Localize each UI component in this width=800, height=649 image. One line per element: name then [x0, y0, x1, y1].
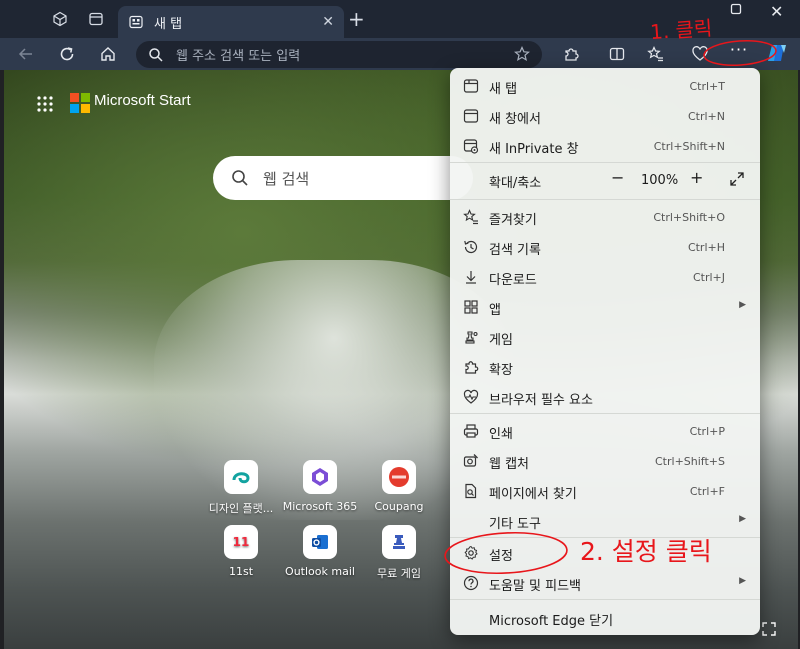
zoom-level: 100%: [641, 173, 679, 188]
browser-essentials-icon: [462, 388, 480, 406]
annotation-circle-settings: [444, 531, 568, 575]
new-tab-icon: [462, 77, 480, 95]
quick-link[interactable]: Coupang: [359, 460, 439, 513]
menu-divider: [450, 413, 760, 414]
extensions-puzzle-icon[interactable]: [561, 44, 581, 64]
microsoft-365-icon: [303, 460, 337, 494]
coupang-icon: [382, 460, 416, 494]
menu-item-new-tab[interactable]: 새 탭 Ctrl+T: [450, 71, 760, 101]
apps-icon: [462, 298, 480, 316]
menu-item-new-window[interactable]: 새 창에서 Ctrl+N: [450, 101, 760, 131]
brand-title: Microsoft Start: [94, 92, 191, 109]
zoom-in-button[interactable]: +: [690, 168, 703, 187]
menu-item-zoom: 확대/축소: [489, 176, 542, 191]
fullscreen-expand-icon[interactable]: [762, 622, 776, 636]
favorites-icon: [462, 208, 480, 226]
microsoft-logo-icon: [70, 93, 90, 113]
favorites-bar-icon[interactable]: [646, 44, 666, 64]
menu-item-inprivate[interactable]: 새 InPrivate 창 Ctrl+Shift+N: [450, 131, 760, 161]
menu-divider: [450, 162, 760, 163]
menu-item-web-capture[interactable]: 웹 캡처 Ctrl+Shift+S: [450, 446, 760, 476]
submenu-arrow-icon: ▶: [739, 576, 746, 586]
new-window-icon: [462, 107, 480, 125]
workspaces-icon[interactable]: [50, 9, 70, 29]
menu-item-apps[interactable]: 앱 ▶: [450, 292, 760, 322]
search-icon: [148, 47, 164, 63]
tab-title: 새 탭: [154, 16, 183, 32]
history-icon: [462, 238, 480, 256]
menu-item-extensions[interactable]: 확장: [450, 352, 760, 382]
tab-actions-icon[interactable]: [86, 9, 106, 29]
app-launcher-icon[interactable]: [36, 95, 54, 113]
web-search-placeholder: 웹 검색: [263, 169, 310, 188]
menu-divider: [450, 199, 760, 200]
menu-item-print[interactable]: 인쇄 Ctrl+P: [450, 416, 760, 446]
games-icon: [462, 328, 480, 346]
fullscreen-icon[interactable]: [730, 172, 744, 186]
submenu-arrow-icon: ▶: [739, 300, 746, 310]
back-button[interactable]: [16, 44, 36, 64]
refresh-button[interactable]: [57, 44, 77, 64]
web-search-box[interactable]: 웹 검색: [213, 156, 473, 200]
menu-item-browser-essentials[interactable]: 브라우저 필수 요소: [450, 382, 760, 412]
add-favorite-star-icon[interactable]: [514, 46, 530, 62]
annotation-step-2: 2. 설정 클릭: [580, 537, 712, 566]
quick-link[interactable]: 11 11st: [201, 525, 281, 578]
tab-new-tab[interactable]: 새 탭 ✕: [118, 6, 344, 38]
annotation-circle-more-button: [703, 40, 777, 66]
new-tab-button[interactable]: +: [348, 9, 365, 29]
quick-link[interactable]: 무료 게임: [359, 525, 439, 581]
close-window-icon[interactable]: ✕: [770, 2, 783, 21]
zoom-out-button[interactable]: −: [611, 168, 624, 187]
download-icon: [462, 268, 480, 286]
submenu-arrow-icon: ▶: [739, 514, 746, 524]
maximize-icon[interactable]: [730, 3, 742, 15]
quick-link[interactable]: Microsoft 365: [280, 460, 360, 513]
web-capture-icon: [462, 452, 480, 470]
11st-icon: 11: [224, 525, 258, 559]
address-bar[interactable]: 웹 주소 검색 또는 입력: [136, 41, 542, 68]
menu-item-find[interactable]: 페이지에서 찾기 Ctrl+F: [450, 476, 760, 506]
print-icon: [462, 422, 480, 440]
home-button[interactable]: [98, 44, 118, 64]
menu-item-games[interactable]: 게임: [450, 322, 760, 352]
new-tab-page-icon: [128, 14, 144, 30]
menu-item-downloads[interactable]: 다운로드 Ctrl+J: [450, 262, 760, 292]
split-screen-icon[interactable]: [607, 44, 627, 64]
menu-item-favorites[interactable]: 즐겨찾기 Ctrl+Shift+O: [450, 202, 760, 232]
find-icon: [462, 482, 480, 500]
free-games-icon: [382, 525, 416, 559]
quick-link[interactable]: 디자인 플랫...: [201, 460, 281, 516]
address-placeholder: 웹 주소 검색 또는 입력: [176, 49, 301, 64]
menu-divider: [450, 599, 760, 600]
close-tab-icon[interactable]: ✕: [322, 14, 334, 30]
inprivate-icon: [462, 137, 480, 155]
extensions-icon: [462, 358, 480, 376]
quick-link[interactable]: Outlook mail: [280, 525, 360, 578]
search-icon: [231, 169, 249, 187]
menu-item-close-edge[interactable]: Microsoft Edge 닫기: [450, 603, 760, 633]
outlook-icon: [303, 525, 337, 559]
menu-item-history[interactable]: 검색 기록 Ctrl+H: [450, 232, 760, 262]
design-platform-icon: [224, 460, 258, 494]
